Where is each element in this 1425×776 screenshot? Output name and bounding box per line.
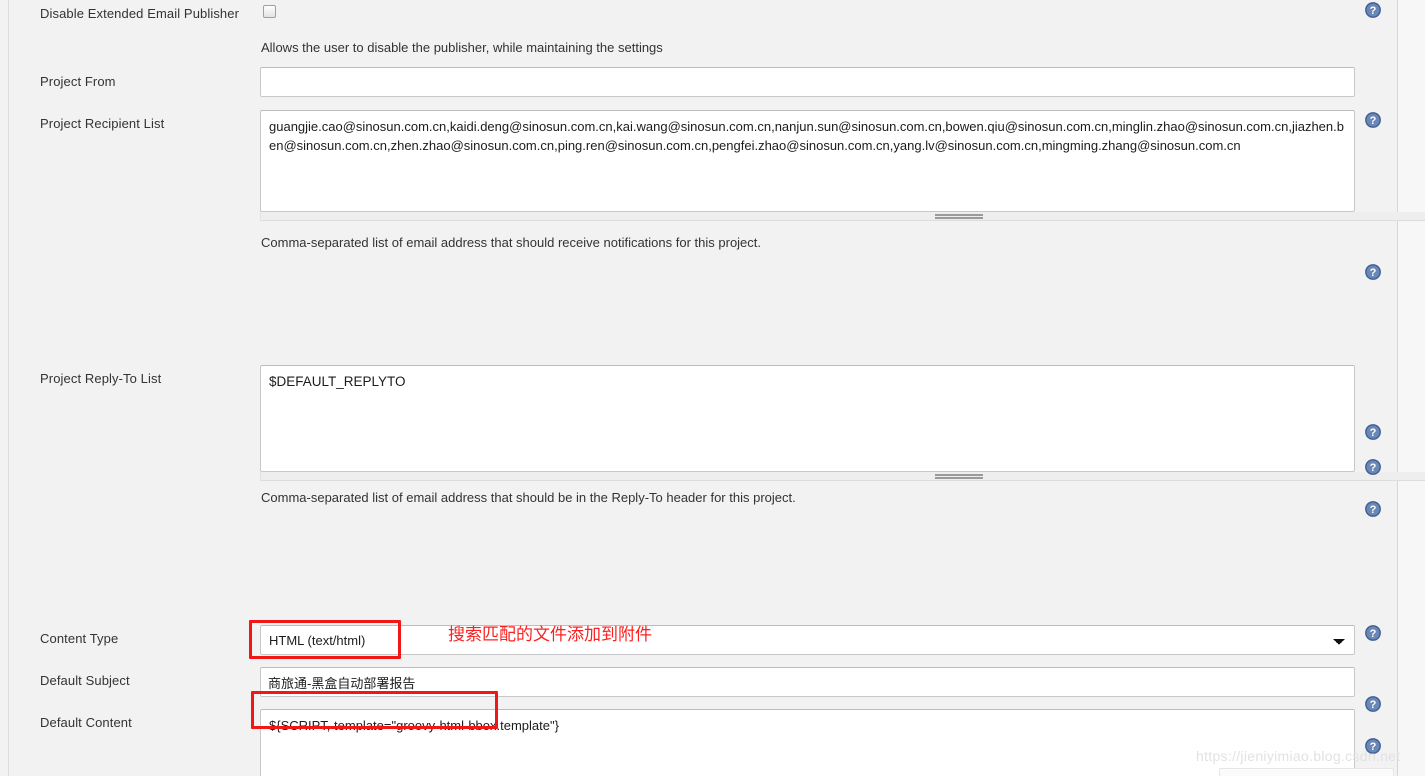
- annotation-note-attachments: 搜索匹配的文件添加到附件: [448, 625, 652, 645]
- default-content-textarea[interactable]: ${SCRIPT, template="groovy-html-bbox.tem…: [260, 709, 1355, 776]
- help-question-icon-attach-build-log[interactable]: ?: [1365, 696, 1381, 712]
- svg-text:?: ?: [1370, 699, 1377, 711]
- content-token-reference-field-partial[interactable]: [1219, 768, 1394, 776]
- project-reply-to-list-textarea[interactable]: $DEFAULT_REPLYTO: [260, 365, 1355, 472]
- svg-text:?: ?: [1370, 5, 1377, 17]
- field-default-content: ${SCRIPT, template="groovy-html-bbox.tem…: [260, 709, 1425, 776]
- field-content-type: HTML (text/html): [260, 625, 1355, 655]
- label-project-reply-to-list: Project Reply-To List: [40, 371, 162, 386]
- advanced-email-form: Disable Extended Email Publisher Allows …: [0, 0, 1425, 776]
- row-default-content: Default Content ${SCRIPT, template="groo…: [0, 209, 1397, 776]
- help-question-icon-content-type[interactable]: ?: [1365, 424, 1381, 440]
- help-question-icon-reply-to-list[interactable]: ?: [1365, 264, 1381, 280]
- content-type-select[interactable]: HTML (text/html): [260, 625, 1355, 655]
- field-project-reply-to-list: $DEFAULT_REPLYTO: [260, 365, 1425, 481]
- reply-to-resize-grip[interactable]: [260, 472, 1425, 481]
- help-question-icon-default-subject[interactable]: ?: [1365, 459, 1381, 475]
- label-default-subject: Default Subject: [40, 673, 130, 688]
- svg-text:?: ?: [1370, 628, 1377, 640]
- help-question-icon-recipient-list[interactable]: ?: [1365, 112, 1381, 128]
- svg-text:?: ?: [1370, 267, 1377, 279]
- help-question-icon-default-content[interactable]: ?: [1365, 501, 1381, 517]
- help-project-reply-to-list: Comma-separated list of email address th…: [261, 490, 796, 505]
- default-subject-input[interactable]: [260, 667, 1355, 697]
- row-project-recipient-list: Project Recipient List guangjie.cao@sino…: [0, 0, 1425, 250]
- email-publisher-settings-page: Disable Extended Email Publisher Allows …: [0, 0, 1425, 776]
- svg-text:?: ?: [1370, 504, 1377, 516]
- label-content-type: Content Type: [40, 631, 119, 646]
- row-project-reply-to-list: Project Reply-To List $DEFAULT_REPLYTO C…: [0, 102, 1425, 505]
- help-question-icon-attachments[interactable]: ?: [1365, 625, 1381, 641]
- field-default-subject: [260, 667, 1355, 697]
- help-question-icon-disable-publisher[interactable]: ?: [1365, 2, 1381, 18]
- svg-text:?: ?: [1370, 427, 1377, 439]
- svg-text:?: ?: [1370, 115, 1377, 127]
- watermark: https://jieniyimiao.blog.csdn.net: [1196, 748, 1401, 764]
- label-default-content: Default Content: [40, 715, 132, 730]
- svg-text:?: ?: [1370, 462, 1377, 474]
